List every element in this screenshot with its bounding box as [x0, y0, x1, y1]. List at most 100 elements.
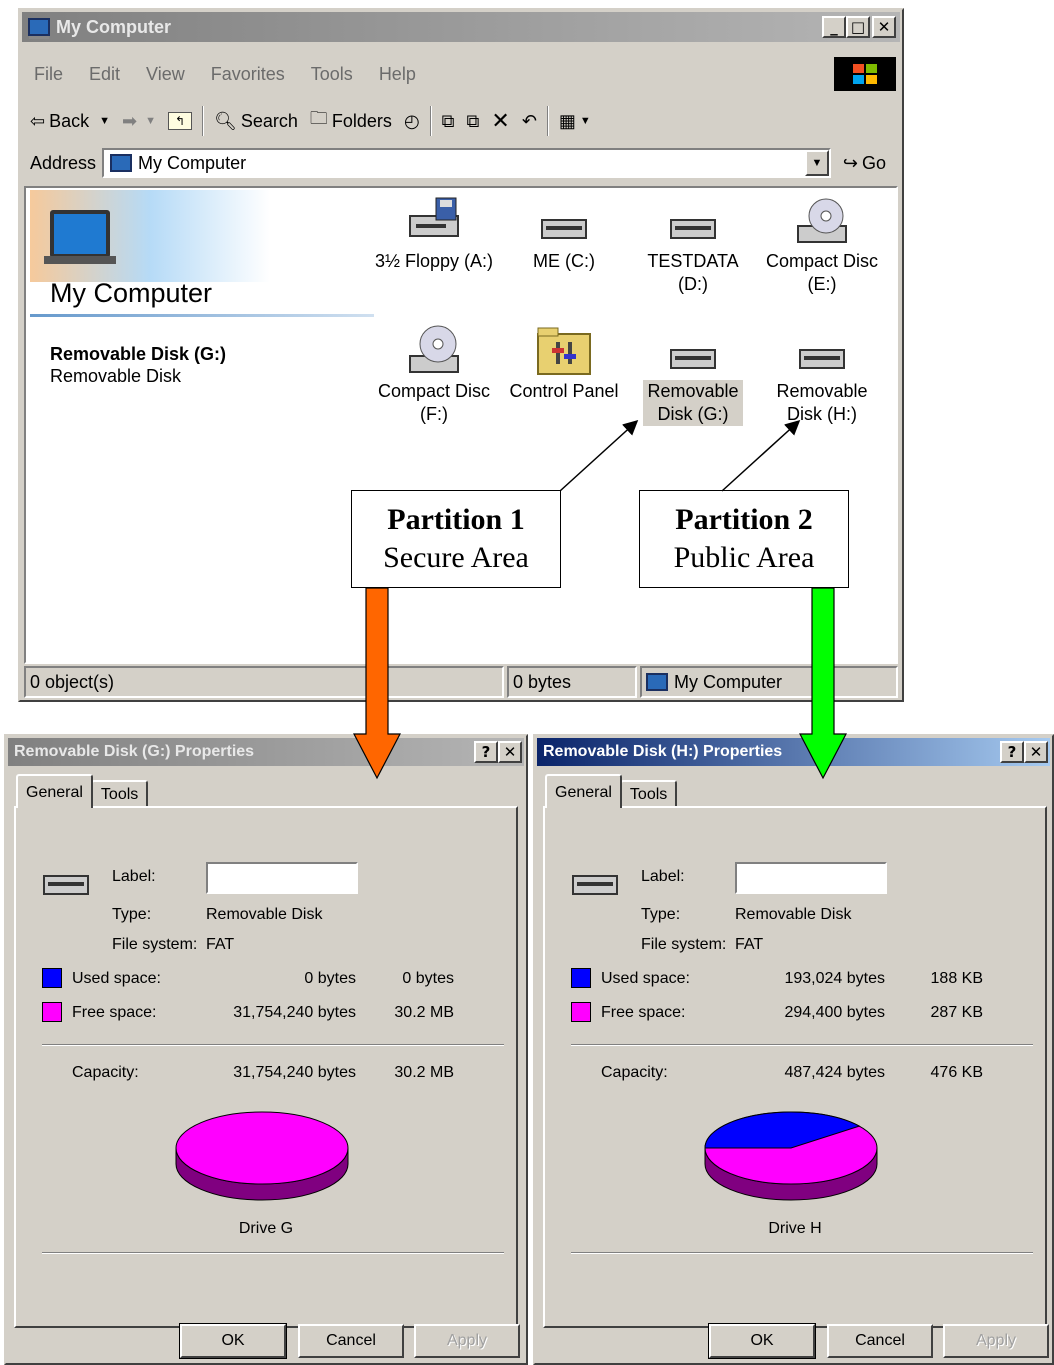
file-system-value: FAT [735, 936, 764, 953]
properties-dialog-g: Removable Disk (G:) Properties ? ✕ Gener… [4, 734, 528, 1365]
drive-label-2: (F:) [420, 404, 448, 424]
disk-usage-pie [704, 1111, 878, 1201]
folders-button[interactable]: 🗀 Folders [304, 105, 398, 137]
close-button[interactable]: ✕ [872, 16, 896, 38]
used-space-short: 0 bytes [402, 970, 454, 987]
ok-button[interactable]: OK [708, 1323, 816, 1359]
help-button[interactable]: ? [1000, 741, 1024, 763]
capacity-short: 476 KB [930, 1064, 983, 1081]
free-space-swatch [42, 1002, 62, 1022]
apply-button[interactable]: Apply [414, 1324, 520, 1358]
disk-usage-pie [175, 1111, 349, 1201]
free-space-short: 30.2 MB [394, 1004, 454, 1021]
capacity-bytes: 487,424 bytes [784, 1064, 885, 1081]
selection-highlight: Removable Disk (G:) [643, 380, 743, 426]
used-space-caption: Used space: [72, 970, 161, 987]
computer-icon [28, 18, 50, 36]
menu-edit[interactable]: Edit [79, 64, 130, 85]
window-titlebar[interactable]: My Computer _ □ ✕ [22, 12, 900, 42]
computer-icon [646, 673, 668, 691]
forward-button[interactable]: ➡ ▼ [116, 105, 162, 137]
drive-label: Removable [647, 381, 739, 401]
menu-tools[interactable]: Tools [301, 64, 363, 85]
ok-button[interactable]: OK [179, 1323, 287, 1359]
undo-button[interactable]: ↶ [516, 105, 543, 137]
menu-view[interactable]: View [136, 64, 195, 85]
label-caption: Label: [641, 868, 685, 885]
standard-toolbar: ⇦ Back ▼ ➡ ▼ ↰ 🔍︎ Search 🗀 Folders ◴ ⧉ ⧉… [24, 102, 898, 140]
minimize-button[interactable]: _ [822, 16, 846, 38]
cancel-button[interactable]: Cancel [298, 1324, 404, 1358]
status-size: 0 bytes [507, 666, 637, 698]
drive-compact-disc-f[interactable]: Compact Disc (F:) [370, 322, 498, 426]
go-arrow-icon: ↪ [842, 152, 858, 173]
copy-to-button[interactable]: ⧉ [461, 105, 486, 137]
dialog-titlebar[interactable]: Removable Disk (G:) Properties ? ✕ [8, 738, 524, 766]
up-folder-icon: ↰ [168, 112, 192, 130]
file-system-caption: File system: [641, 936, 727, 953]
menu-file[interactable]: File [24, 64, 73, 85]
drive-removable-g[interactable]: Removable Disk (G:) [629, 322, 757, 426]
status-zone: My Computer [640, 666, 898, 698]
free-space-short: 287 KB [930, 1004, 983, 1021]
callout-title: Partition 1 [387, 503, 525, 536]
views-icon: ▦ [558, 110, 576, 131]
views-button[interactable]: ▦ ▼ [553, 105, 597, 137]
selected-item-name: Removable Disk (G:) [50, 344, 227, 364]
close-button[interactable]: ✕ [498, 741, 522, 763]
folders-label: Folders [331, 110, 392, 131]
delete-icon: ✕ [491, 108, 510, 133]
drive-floppy-a[interactable]: 3½ Floppy (A:) [370, 196, 498, 273]
address-dropdown-button[interactable]: ▼ [804, 150, 829, 176]
history-icon: ◴ [403, 110, 420, 131]
divider [42, 1044, 504, 1046]
control-panel-folder[interactable]: Control Panel [500, 322, 628, 403]
label-input[interactable] [735, 862, 887, 894]
panel-divider [30, 314, 374, 317]
tab-general[interactable]: General [545, 774, 622, 808]
tab-tools[interactable]: Tools [90, 780, 149, 808]
my-computer-large-icon [50, 210, 110, 258]
callout-subtitle: Public Area [673, 541, 815, 574]
capacity-bytes: 31,754,240 bytes [233, 1064, 356, 1081]
floppy-drive-icon [409, 197, 459, 237]
search-button[interactable]: 🔍︎ Search [208, 105, 304, 137]
drive-compact-disc-e[interactable]: Compact Disc (E:) [758, 196, 886, 296]
help-button[interactable]: ? [474, 741, 498, 763]
forward-arrow-icon: ➡ [122, 110, 138, 131]
menu-help[interactable]: Help [369, 64, 426, 85]
tab-tools[interactable]: Tools [619, 780, 678, 808]
dialog-titlebar[interactable]: Removable Disk (H:) Properties ? ✕ [537, 738, 1050, 766]
drive-removable-h[interactable]: Removable Disk (H:) [758, 322, 886, 426]
panel-heading: My Computer [50, 278, 213, 308]
drive-testdata-d[interactable]: TESTDATA (D:) [629, 196, 757, 296]
drive-label: TESTDATA [647, 251, 739, 271]
free-space-swatch [571, 1002, 591, 1022]
chevron-down-icon: ▼ [579, 115, 591, 127]
back-button[interactable]: ⇦ Back ▼ [24, 105, 116, 137]
tab-general[interactable]: General [16, 774, 93, 808]
callout-subtitle: Secure Area [383, 541, 529, 574]
label-input[interactable] [206, 862, 358, 894]
apply-button[interactable]: Apply [943, 1324, 1049, 1358]
close-button[interactable]: ✕ [1024, 741, 1048, 763]
history-button[interactable]: ◴ [398, 105, 426, 137]
folder-view: My Computer Removable Disk (G:) Removabl… [24, 186, 898, 664]
used-space-caption: Used space: [601, 970, 690, 987]
file-system-value: FAT [206, 936, 235, 953]
maximize-button[interactable]: □ [846, 16, 870, 38]
cd-drive-icon [409, 325, 459, 373]
free-space-bytes: 31,754,240 bytes [233, 1004, 356, 1021]
address-input[interactable]: My Computer ▼ [102, 148, 831, 178]
drive-label-2: (E:) [807, 274, 837, 294]
cancel-button[interactable]: Cancel [827, 1324, 933, 1358]
delete-button[interactable]: ✕ [485, 105, 515, 137]
drive-me-c[interactable]: ME (C:) [500, 196, 628, 273]
move-to-button[interactable]: ⧉ [436, 105, 461, 137]
hard-disk-icon [541, 219, 587, 239]
go-button[interactable]: ↪ Go [837, 147, 892, 179]
up-folder-button[interactable]: ↰ [162, 105, 198, 137]
computer-icon [110, 154, 133, 172]
my-computer-keyboard-icon [44, 256, 116, 264]
menu-favorites[interactable]: Favorites [201, 64, 295, 85]
